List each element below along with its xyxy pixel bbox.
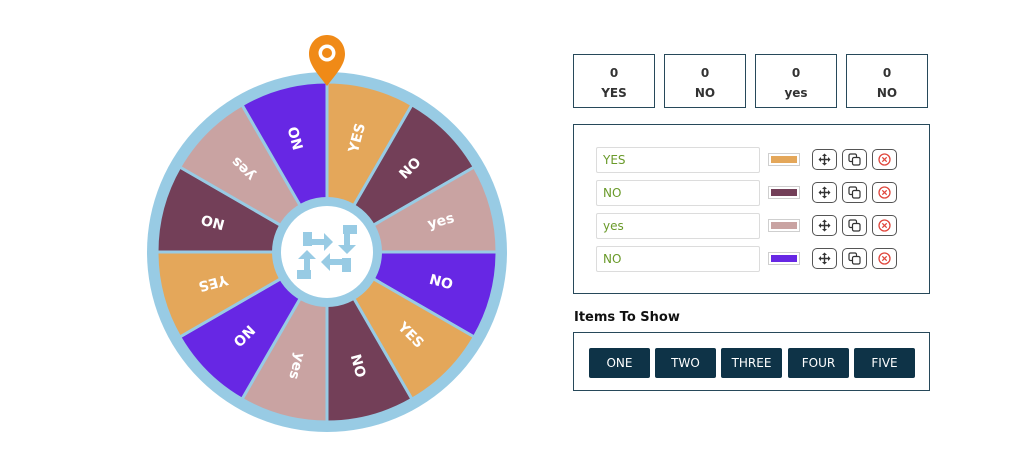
close-circle-icon	[878, 186, 891, 199]
item-text-input[interactable]	[596, 147, 760, 173]
counter-2: 0 yes	[755, 54, 837, 108]
move-arrows-icon	[818, 186, 831, 199]
counter-label: NO	[694, 86, 716, 100]
delete-button[interactable]	[872, 248, 897, 269]
move-button[interactable]	[812, 182, 837, 203]
delete-button[interactable]	[872, 149, 897, 170]
copy-icon	[848, 219, 861, 232]
duplicate-button[interactable]	[842, 182, 867, 203]
color-swatch[interactable]	[768, 252, 800, 265]
counter-1: 0 NO	[664, 54, 746, 108]
counter-3: 0 NO	[846, 54, 928, 108]
counter-label: NO	[876, 86, 898, 100]
copy-icon	[848, 153, 861, 166]
move-button[interactable]	[812, 248, 837, 269]
move-arrows-icon	[818, 219, 831, 232]
close-circle-icon	[878, 219, 891, 232]
wheel-graphic: YESNOyesNOYESNOyesNOYESNOyesNO	[147, 35, 507, 432]
copy-icon	[848, 252, 861, 265]
close-circle-icon	[878, 252, 891, 265]
show-two-button[interactable]: TWO	[655, 348, 716, 378]
color-swatch[interactable]	[768, 219, 800, 232]
duplicate-button[interactable]	[842, 248, 867, 269]
counter-count: 0	[700, 66, 710, 80]
counter-count: 0	[882, 66, 892, 80]
delete-button[interactable]	[872, 215, 897, 236]
counter-0: 0 YES	[573, 54, 655, 108]
color-swatch[interactable]	[768, 186, 800, 199]
items-editor-panel	[573, 124, 930, 294]
spin-wheel: YES NO yes NO YES NO yes NO YES NO yes NO	[146, 30, 518, 435]
show-five-button[interactable]: FIVE	[854, 348, 915, 378]
items-to-show-title: Items To Show	[574, 310, 680, 325]
show-four-button[interactable]: FOUR	[788, 348, 849, 378]
item-text-input[interactable]	[596, 213, 760, 239]
move-arrows-icon	[818, 252, 831, 265]
counter-count: 0	[791, 66, 801, 80]
counter-label: yes	[784, 86, 808, 100]
item-text-input[interactable]	[596, 180, 760, 206]
show-three-button[interactable]: THREE	[721, 348, 782, 378]
move-button[interactable]	[812, 215, 837, 236]
duplicate-button[interactable]	[842, 215, 867, 236]
item-text-input[interactable]	[596, 246, 760, 272]
duplicate-button[interactable]	[842, 149, 867, 170]
color-swatch[interactable]	[768, 153, 800, 166]
show-one-button[interactable]: ONE	[589, 348, 650, 378]
items-to-show-panel: ONE TWO THREE FOUR FIVE	[573, 332, 930, 391]
move-arrows-icon	[818, 153, 831, 166]
counter-label: YES	[601, 86, 627, 100]
move-button[interactable]	[812, 149, 837, 170]
spin-button[interactable]	[272, 197, 382, 307]
close-circle-icon	[878, 153, 891, 166]
counter-count: 0	[609, 66, 619, 80]
hub-center[interactable]	[281, 206, 373, 298]
delete-button[interactable]	[872, 182, 897, 203]
copy-icon	[848, 186, 861, 199]
